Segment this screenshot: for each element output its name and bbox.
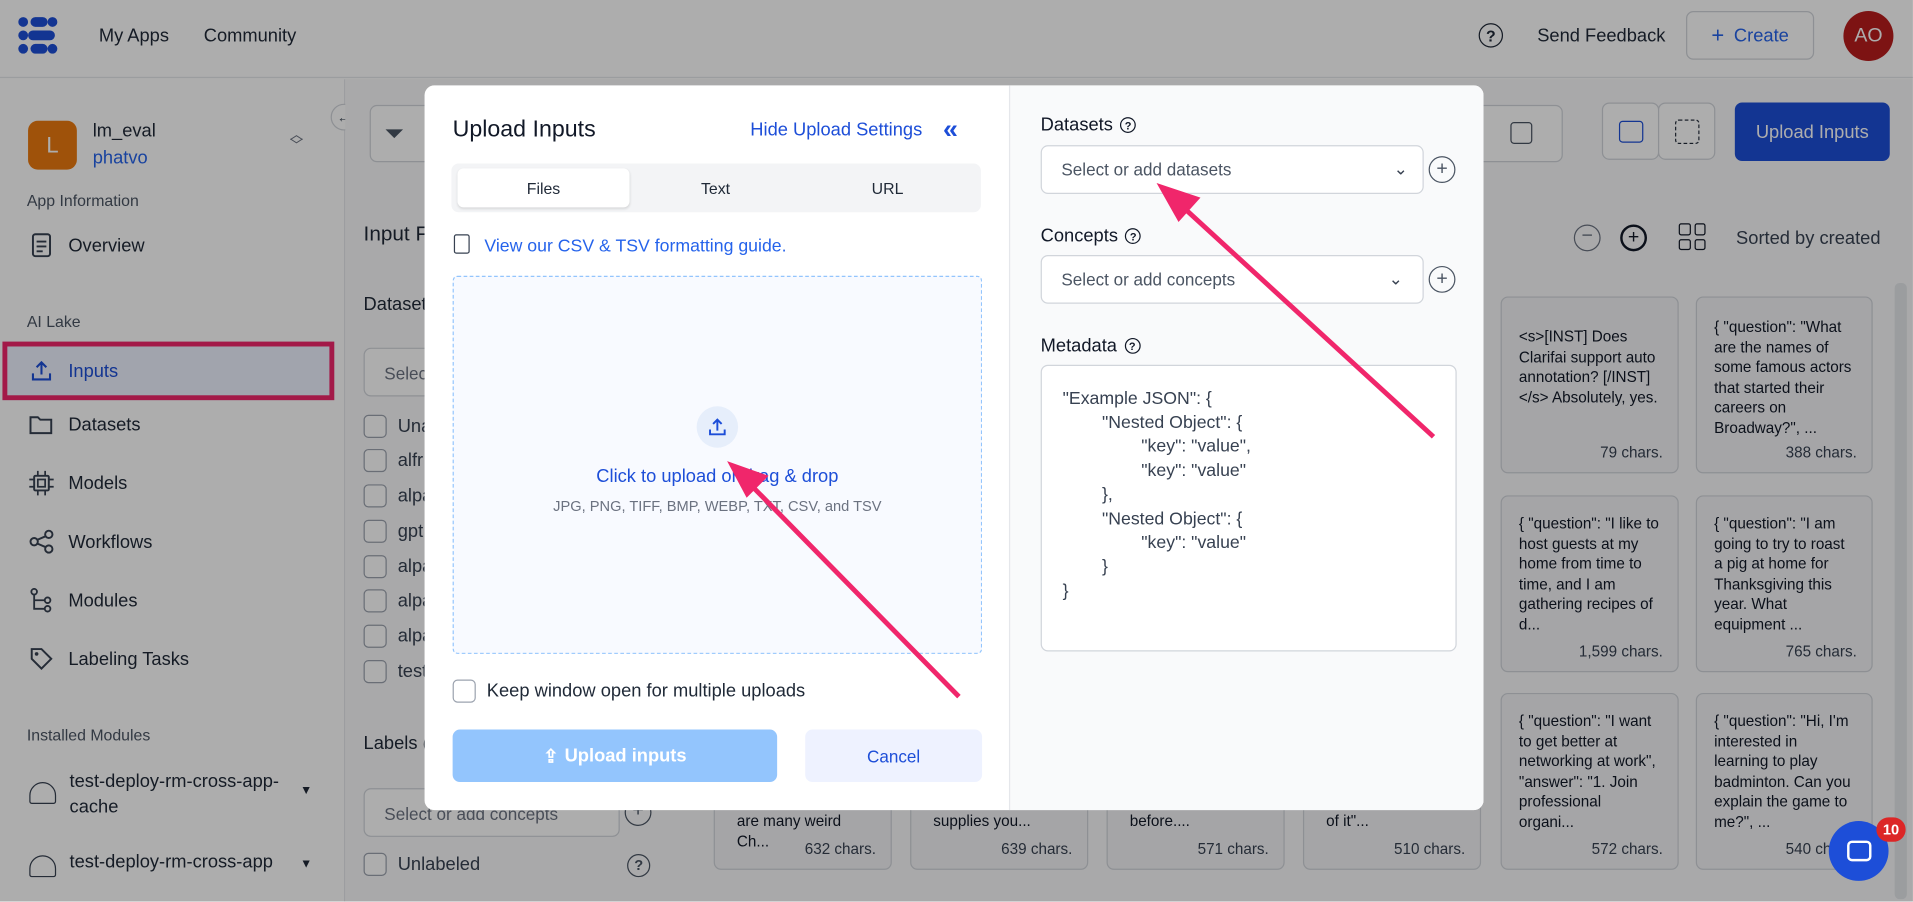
annotation-arrow: [727, 461, 961, 699]
annotation-arrows: [727, 183, 1436, 699]
annotation-arrow: [1156, 183, 1436, 439]
